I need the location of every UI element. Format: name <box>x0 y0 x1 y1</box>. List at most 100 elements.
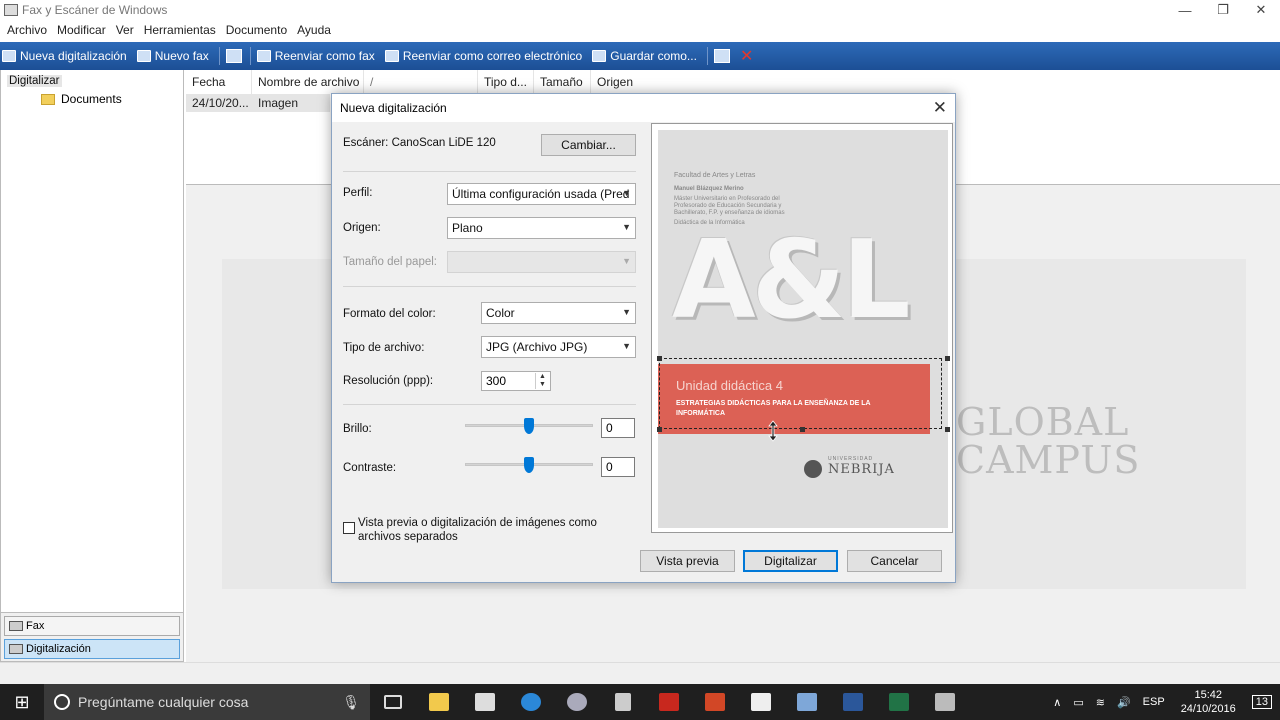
column-date[interactable]: Fecha de... <box>186 70 252 113</box>
new-scan-button[interactable]: Nueva digitalización <box>2 49 127 63</box>
menu-ver[interactable]: Ver <box>111 23 139 37</box>
volume-icon[interactable]: 🔊 <box>1117 696 1131 709</box>
excel-icon[interactable] <box>876 684 922 720</box>
brightness-slider-thumb[interactable] <box>524 418 534 434</box>
close-window-button[interactable]: ✕ <box>1242 0 1280 20</box>
separate-files-checkbox[interactable] <box>343 522 355 534</box>
toolbar: Nueva digitalización Nuevo fax Reenviar … <box>0 42 1280 70</box>
brightness-value-field[interactable]: 0 <box>601 418 635 438</box>
minimize-button[interactable]: — <box>1166 0 1204 20</box>
scanner-app-icon[interactable] <box>922 684 968 720</box>
selection-handle[interactable] <box>945 427 950 432</box>
chevron-down-icon: ▼ <box>622 256 631 266</box>
cortana-search-box[interactable]: Pregúntame cualquier cosa 🎙 <box>44 684 370 720</box>
resolution-stepper[interactable]: 300 ▲ ▼ <box>481 371 551 391</box>
table-row[interactable]: 24/10/20... Imagen <box>186 94 330 112</box>
menu-herramientas[interactable]: Herramientas <box>139 23 221 37</box>
forward-as-fax-button[interactable]: Reenviar como fax <box>256 49 375 63</box>
contrast-label: Contraste: <box>343 462 397 474</box>
color-format-select[interactable]: Color ▼ <box>481 302 636 324</box>
paint-icon[interactable] <box>554 684 600 720</box>
switch-scan[interactable]: Digitalización <box>4 639 180 659</box>
profile-select[interactable]: Última configuración usada (Pred ▼ <box>447 183 636 205</box>
chevron-up-icon[interactable]: ∧ <box>1053 696 1061 709</box>
profile-value: Última configuración usada (Pred <box>452 187 630 201</box>
source-select[interactable]: Plano ▼ <box>447 217 636 239</box>
save-as-button[interactable]: Guardar como... <box>592 49 697 63</box>
cancel-button[interactable]: Cancelar <box>847 550 942 572</box>
menu-archivo[interactable]: Archivo <box>2 23 52 37</box>
new-scan-dialog: Nueva digitalización ✕ Escáner: CanoScan… <box>331 93 956 583</box>
column-origin[interactable]: Origen <box>591 70 671 94</box>
selection-handle[interactable] <box>800 427 805 432</box>
file-type-select[interactable]: JPG (Archivo JPG) ▼ <box>481 336 636 358</box>
windows-start-icon[interactable]: ⊞ <box>0 684 44 720</box>
resolution-value: 300 <box>486 374 507 388</box>
divider <box>343 286 636 287</box>
scan-preview-frame[interactable]: Facultad de Artes y Letras Manuel Blázqu… <box>651 123 953 533</box>
scan-selection-rectangle[interactable] <box>659 358 942 429</box>
forward-as-email-button[interactable]: Reenviar como correo electrónico <box>384 49 583 63</box>
preview-author-desc: Máster Universitario en Profesorado del … <box>674 196 785 216</box>
tree-item-digitalizar[interactable]: ▼ Digitalizar <box>1 72 183 90</box>
calculator-icon[interactable] <box>600 684 646 720</box>
university-seal-icon <box>804 460 822 478</box>
language-indicator[interactable]: ESP <box>1143 696 1165 708</box>
selection-handle[interactable] <box>945 356 950 361</box>
new-fax-button[interactable]: Nuevo fax <box>136 49 209 63</box>
switch-fax[interactable]: Fax <box>4 616 180 636</box>
view-icon[interactable] <box>225 49 242 63</box>
preview-text-line: GLOBAL <box>956 400 1130 444</box>
menu-bar: Archivo Modificar Ver Herramientas Docum… <box>0 20 1280 40</box>
wifi-icon[interactable]: ≋ <box>1096 696 1105 709</box>
view-switcher: Fax Digitalización <box>0 612 184 662</box>
selection-handle[interactable] <box>657 427 662 432</box>
microphone-icon[interactable]: 🎙 <box>342 694 360 711</box>
battery-icon[interactable]: ▭ <box>1073 696 1083 709</box>
maximize-button[interactable]: ❐ <box>1204 0 1242 20</box>
divider <box>343 404 636 405</box>
preview-header-text: Facultad de Artes y Letras <box>674 172 756 179</box>
contrast-slider-thumb[interactable] <box>524 457 534 473</box>
scan-button[interactable]: Digitalizar <box>743 550 838 572</box>
folder-icon <box>41 93 55 105</box>
folder-tree-pane: ▼ Digitalizar Documents <box>0 70 184 612</box>
edge-browser-icon[interactable] <box>508 684 554 720</box>
close-icon[interactable]: ✕ <box>933 98 947 118</box>
menu-documento[interactable]: Documento <box>221 23 292 37</box>
selection-handle[interactable] <box>657 356 662 361</box>
store-icon[interactable] <box>462 684 508 720</box>
divider <box>343 171 636 172</box>
calendar-icon[interactable] <box>738 684 784 720</box>
scanner-label: Escáner: CanoScan LiDE 120 <box>343 137 496 149</box>
column-size[interactable]: Tamaño <box>534 70 591 94</box>
window-controls: — ❐ ✕ <box>1166 0 1280 20</box>
tree-item-documents[interactable]: Documents <box>1 90 183 108</box>
menu-modificar[interactable]: Modificar <box>52 23 111 37</box>
notification-center-icon[interactable]: 13 <box>1251 695 1272 709</box>
forward-email-label: Reenviar como correo electrónico <box>402 49 583 63</box>
print-icon[interactable] <box>713 49 730 63</box>
column-filename[interactable]: Nombre de archivo <box>252 70 364 94</box>
column-type[interactable]: Tipo d... <box>478 70 534 94</box>
file-type-value: JPG (Archivo JPG) <box>486 340 588 354</box>
powerpoint-icon[interactable] <box>692 684 738 720</box>
word-icon[interactable] <box>830 684 876 720</box>
clock[interactable]: 15:42 24/10/2016 <box>1181 688 1236 716</box>
fax-scanner-taskbar-icon[interactable] <box>784 684 830 720</box>
source-value: Plano <box>452 221 483 235</box>
contrast-value-field[interactable]: 0 <box>601 457 635 477</box>
chevron-down-icon: ▼ <box>622 341 631 351</box>
acrobat-icon[interactable] <box>646 684 692 720</box>
spinner-arrows-icon[interactable]: ▲ ▼ <box>535 373 549 389</box>
system-tray: ∧ ▭ ≋ 🔊 ESP 15:42 24/10/2016 13 <box>1047 684 1280 720</box>
task-view-icon[interactable] <box>370 684 416 720</box>
preview-button[interactable]: Vista previa <box>640 550 735 572</box>
delete-icon[interactable]: ✕ <box>740 46 753 66</box>
color-format-value: Color <box>486 306 515 320</box>
change-scanner-button[interactable]: Cambiar... <box>541 134 636 156</box>
menu-ayuda[interactable]: Ayuda <box>292 23 336 37</box>
file-explorer-icon[interactable] <box>416 684 462 720</box>
vertical-resize-cursor-icon <box>768 420 778 442</box>
preview-author-text: Manuel Blázquez Merino <box>674 186 744 192</box>
